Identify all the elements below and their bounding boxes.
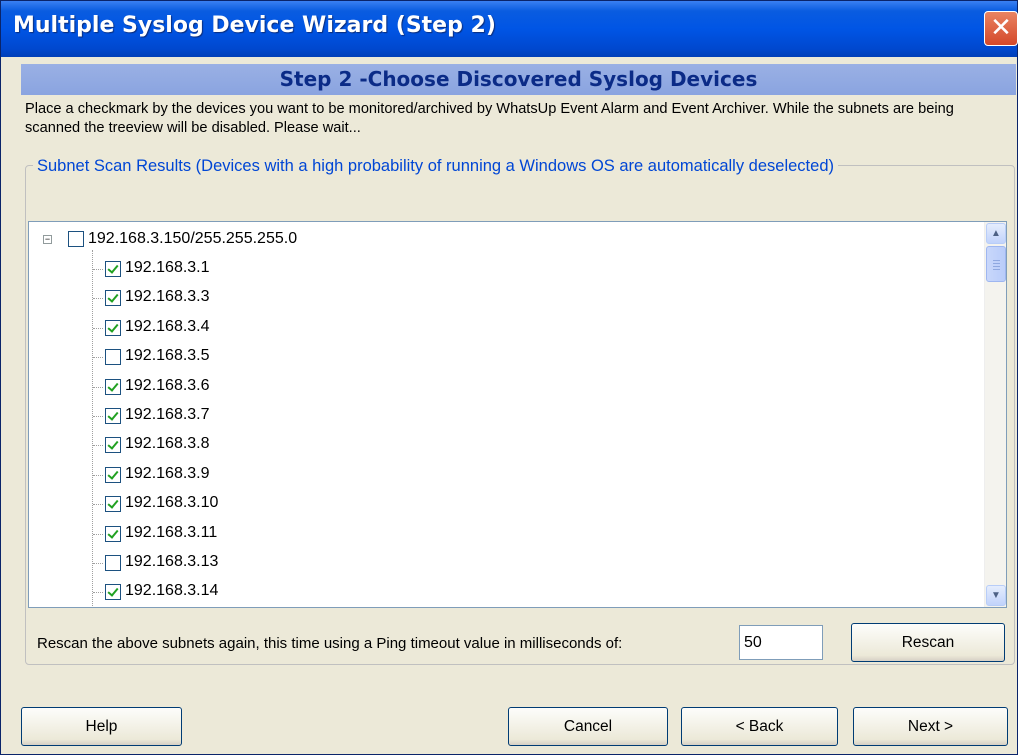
instructions-text: Place a checkmark by the devices you wan… [25,101,954,136]
device-checkbox[interactable] [105,555,121,571]
back-button[interactable]: < Back [681,707,838,746]
tree-branch-line [93,474,103,476]
scroll-thumb[interactable] [986,246,1006,282]
device-label[interactable]: 192.168.3.4 [125,318,210,336]
device-checkbox[interactable] [105,437,121,454]
device-label[interactable]: 192.168.3.8 [125,435,210,453]
root-checkbox[interactable] [68,231,84,247]
rescan-button[interactable]: Rescan [851,623,1005,662]
tree-branch-line [93,298,103,300]
device-checkbox[interactable] [105,261,121,277]
tree-branch-line [93,416,103,417]
device-checkbox[interactable] [105,408,121,424]
device-label[interactable]: 192.168.3.6 [125,377,210,395]
device-label[interactable]: 192.168.3.9 [125,465,210,483]
device-checkbox[interactable] [105,525,121,542]
device-checkbox[interactable] [105,349,121,366]
vertical-scrollbar[interactable]: ▲ ▼ [984,222,1006,607]
close-button[interactable]: ✕ [984,11,1018,46]
tree-branch-line [93,533,103,535]
wizard-content: Step 2 -Choose Discovered Syslog Devices… [1,57,1017,754]
tree-branch-line [93,592,103,594]
device-checkbox[interactable] [105,378,121,395]
device-label[interactable]: 192.168.3.5 [125,347,210,365]
tree-branch-line [93,504,103,506]
next-button[interactable]: Next > [853,707,1008,746]
root-label[interactable]: 192.168.3.150/255.255.255.0 [88,230,297,248]
device-checkbox[interactable] [105,319,121,336]
rescan-label: Rescan the above subnets again, this tim… [37,635,623,652]
device-checkbox[interactable] [105,584,121,601]
tree-connector-line [92,250,93,607]
tree-branch-line [93,445,103,447]
tree-branch-line [93,563,103,564]
device-label[interactable]: 192.168.3.14 [125,582,218,600]
cancel-button[interactable]: Cancel [508,707,668,746]
wizard-window: Multiple Syslog Device Wizard (Step 2) ✕… [0,0,1018,755]
collapse-expander-icon[interactable]: − [43,235,52,244]
device-label[interactable]: 192.168.3.13 [125,553,218,571]
title-bar[interactable]: Multiple Syslog Device Wizard (Step 2) ✕ [1,1,1018,57]
device-checkbox[interactable] [105,466,121,483]
device-label[interactable]: 192.168.3.3 [125,288,210,306]
device-treeview[interactable]: − 192.168.3.150/255.255.255.0 192.168.3.… [28,221,1007,608]
tree-branch-line [93,357,103,359]
device-checkbox[interactable] [105,290,121,307]
step-banner: Step 2 -Choose Discovered Syslog Devices [21,64,1016,95]
window-title: Multiple Syslog Device Wizard (Step 2) [13,13,496,38]
device-label[interactable]: 192.168.3.7 [125,406,210,424]
tree-branch-line [93,269,103,270]
ping-timeout-input[interactable] [739,625,823,660]
tree-branch-line [93,327,103,329]
device-label[interactable]: 192.168.3.11 [125,524,217,542]
scroll-up-button[interactable]: ▲ [986,223,1006,244]
device-checkbox[interactable] [105,496,121,513]
scroll-down-button[interactable]: ▼ [986,585,1006,606]
device-label[interactable]: 192.168.3.1 [125,259,210,277]
help-button[interactable]: Help [21,707,182,746]
device-label[interactable]: 192.168.3.10 [125,494,218,512]
group-label: Subnet Scan Results (Devices with a high… [33,157,838,176]
tree-branch-line [93,386,103,388]
